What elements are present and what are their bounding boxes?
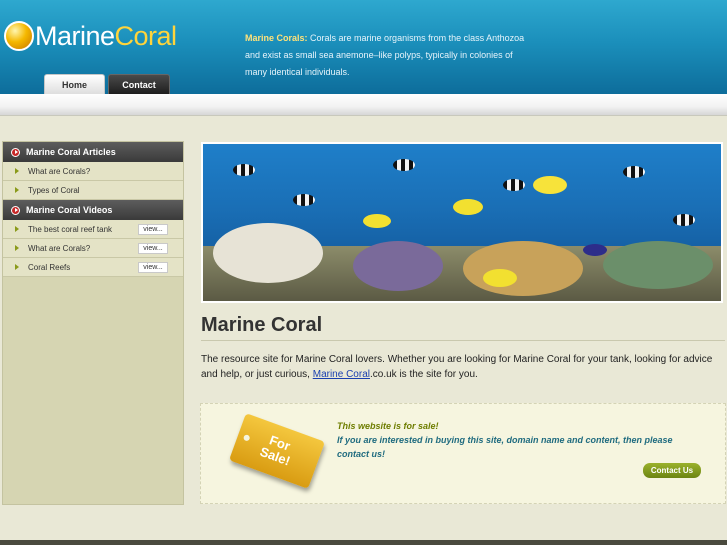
sidebar-heading-label: Marine Coral Articles [26, 147, 116, 157]
title-divider [201, 340, 725, 341]
logo-text-marine: Marine [35, 20, 115, 51]
for-sale-tag-icon: For Sale! [228, 413, 326, 489]
sub-header-bar [0, 94, 727, 116]
sidebar-item-label: Types of Coral [28, 185, 80, 195]
logo-text-coral: Coral [114, 20, 178, 51]
sidebar-item-label: The best coral reef tank [28, 224, 113, 234]
intro-text-end: .co.uk is the site for you. [369, 369, 478, 380]
contact-us-button[interactable]: Contact Us [643, 463, 701, 478]
sidebar-item-what-are-corals-video[interactable]: What are Corals? view... [3, 239, 183, 258]
header-intro: Marine Corals: Corals are marine organis… [245, 30, 535, 81]
triangle-bullet-icon [15, 264, 19, 270]
globe-icon [4, 21, 34, 51]
sidebar-item-label: What are Corals? [28, 243, 91, 253]
for-sale-box: For Sale! This website is for sale! If y… [200, 403, 726, 504]
sidebar-item-what-are-corals[interactable]: What are Corals? [3, 162, 183, 181]
view-button[interactable]: view... [138, 242, 168, 254]
sidebar-heading-videos: Marine Coral Videos [3, 200, 183, 220]
sidebar-item-label: What are Corals? [28, 166, 91, 176]
for-sale-message: If you are interested in buying this sit… [337, 435, 673, 459]
view-button[interactable]: view... [138, 223, 168, 235]
marine-coral-link[interactable]: Marine Coral [313, 369, 370, 380]
site-logo[interactable]: Marine Coral [4, 18, 177, 54]
page-title: Marine Coral [201, 314, 323, 336]
play-bullet-icon [11, 205, 20, 215]
triangle-bullet-icon [15, 245, 19, 251]
sidebar-item-best-coral-reef-tank[interactable]: The best coral reef tank view... [3, 220, 183, 239]
tab-home[interactable]: Home [44, 74, 105, 94]
sidebar-item-label: Coral Reefs [28, 262, 71, 272]
play-bullet-icon [11, 147, 20, 157]
sidebar: Marine Coral Articles What are Corals? T… [2, 141, 184, 505]
header-intro-strong: Marine Corals: [245, 33, 308, 43]
sidebar-item-coral-reefs[interactable]: Coral Reefs view... [3, 258, 183, 277]
tab-contact-us[interactable]: Contact Us [108, 74, 170, 110]
triangle-bullet-icon [15, 187, 19, 193]
footer-bar [0, 540, 727, 545]
view-button[interactable]: view... [138, 261, 168, 273]
intro-paragraph: The resource site for Marine Coral lover… [201, 352, 726, 382]
triangle-bullet-icon [15, 226, 19, 232]
coral-reef-banner-image [201, 142, 723, 303]
sidebar-heading-articles: Marine Coral Articles [3, 142, 183, 162]
sidebar-item-types-of-coral[interactable]: Types of Coral [3, 181, 183, 200]
sidebar-heading-label: Marine Coral Videos [26, 205, 113, 215]
site-header: Marine Coral Marine Corals: Corals are m… [0, 0, 727, 110]
for-sale-text: This website is for sale! If you are int… [337, 419, 697, 461]
main-nav: Home Contact Us [44, 74, 170, 110]
triangle-bullet-icon [15, 168, 19, 174]
for-sale-headline: This website is for sale! [337, 421, 439, 431]
